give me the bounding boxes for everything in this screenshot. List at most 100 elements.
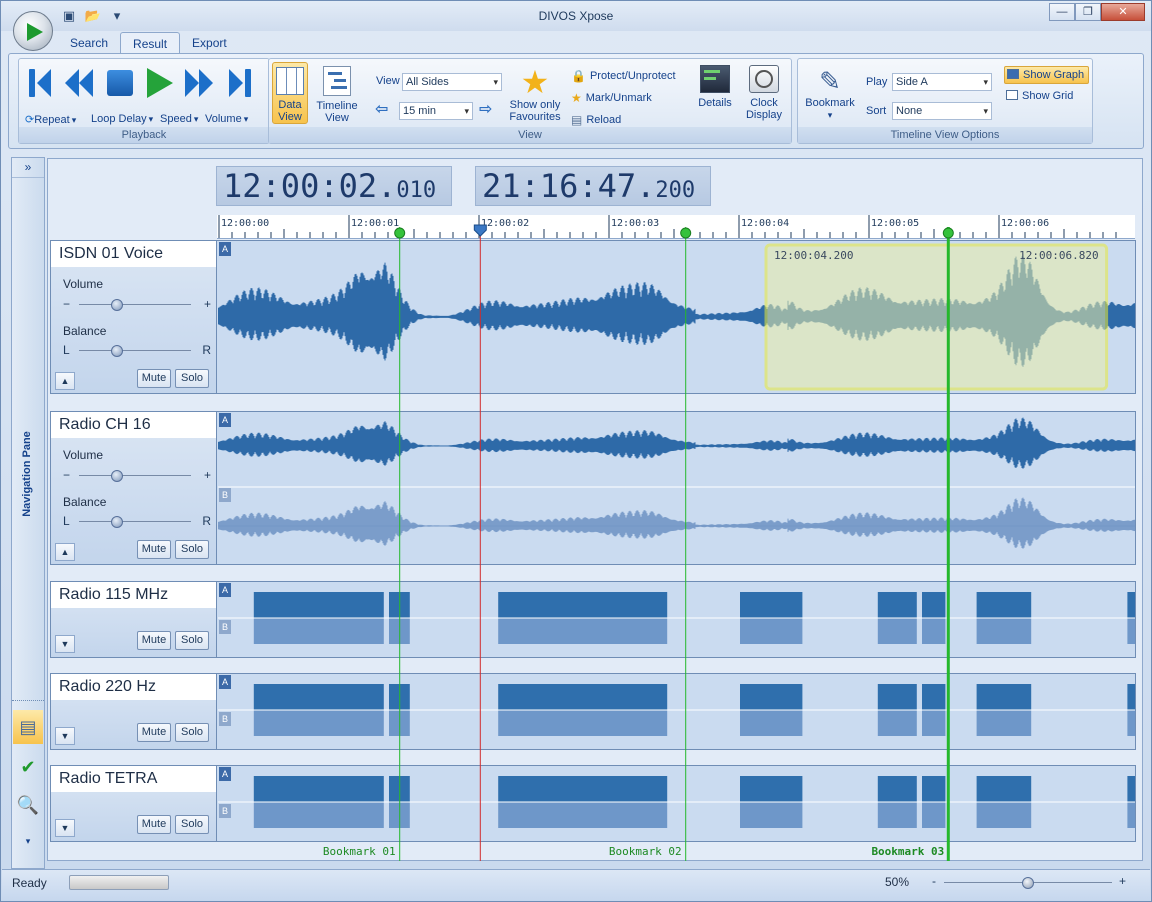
channel-b-label: B — [219, 488, 231, 502]
volume-slider[interactable]: − + — [63, 468, 211, 482]
waveform-area[interactable]: 12:00:04.200 12:00:06.820 A — [218, 241, 1135, 393]
expand-nav-pane-button[interactable]: » — [12, 158, 44, 178]
selection-region[interactable] — [764, 243, 1109, 391]
ribbon-tabs: Search Result Export — [58, 32, 239, 54]
mute-button[interactable]: Mute — [137, 369, 171, 388]
activity-block-b — [877, 618, 917, 644]
mute-button[interactable]: Mute — [137, 723, 171, 742]
clock-icon — [749, 65, 779, 93]
zoom-slider[interactable]: - + — [932, 874, 1132, 890]
timeline-view-button[interactable]: Timeline View — [313, 62, 361, 124]
zoom-out-button[interactable]: - — [932, 874, 936, 888]
stop-button[interactable] — [103, 65, 137, 101]
reload-button[interactable]: ▤ Reload — [571, 113, 621, 127]
zoom-knob[interactable] — [1022, 877, 1034, 889]
status-text: Ready — [12, 876, 47, 890]
timeline-bar — [334, 79, 346, 82]
skip-to-end-button[interactable] — [223, 65, 257, 101]
view-select[interactable]: All Sides — [402, 73, 502, 91]
slider-knob[interactable] — [111, 516, 123, 528]
play-button[interactable] — [143, 65, 177, 101]
show-grid-toggle[interactable]: Show Grid — [1004, 88, 1077, 106]
show-only-favourites-button[interactable]: ★ Show only Favourites — [506, 65, 564, 123]
minimize-button[interactable]: — — [1049, 3, 1075, 21]
rewind-button[interactable] — [61, 65, 97, 101]
nav-options-icon[interactable]: ▾ — [13, 830, 43, 852]
show-graph-toggle[interactable]: Show Graph — [1004, 66, 1090, 84]
mark-unmark-button[interactable]: ★ Mark/Unmark — [571, 91, 652, 105]
activity-block-a — [877, 776, 917, 802]
ruler-tick-label: 12:00:06 — [1001, 218, 1049, 229]
checkmark-icon[interactable]: ✔ — [13, 750, 43, 784]
track-name: ISDN 01 Voice — [51, 241, 216, 267]
ruler-tick-label: 12:00:00 — [221, 218, 269, 229]
expand-track-button[interactable]: ▼ — [55, 727, 75, 745]
channel-b-label: B — [219, 620, 231, 634]
slider-knob[interactable] — [111, 470, 123, 482]
application-menu-button[interactable] — [13, 11, 53, 51]
track-isdn-01-voice: ISDN 01 Voice Volume − + Balance LR ▲ Mut… — [50, 240, 1136, 394]
skip-to-start-button[interactable] — [23, 65, 57, 101]
skip-start-icon — [29, 69, 35, 97]
mute-button[interactable]: Mute — [137, 815, 171, 834]
time-span-select[interactable]: 15 min — [399, 102, 473, 120]
repeat-dropdown[interactable]: ⟳Repeat — [25, 113, 76, 126]
fast-forward-button[interactable] — [181, 65, 217, 101]
collapse-track-button[interactable]: ▲ — [55, 543, 75, 561]
data-view-button[interactable]: Data View — [272, 62, 308, 124]
channel-a-label: A — [219, 583, 231, 597]
tab-export[interactable]: Export — [180, 32, 239, 54]
expand-track-button[interactable]: ▼ — [55, 819, 75, 837]
zoom-in-button[interactable]: + — [1119, 874, 1126, 888]
time-ruler[interactable]: 12:00:00 12:00:01 12:00:02 12:00:03 12:00:04… — [217, 215, 1135, 239]
activity-area[interactable]: A B — [218, 766, 1135, 841]
balance-slider[interactable]: LR — [63, 514, 211, 528]
show-grid-label: Show Grid — [1022, 90, 1074, 102]
volume-dropdown[interactable]: Volume — [205, 113, 248, 125]
solo-button[interactable]: Solo — [175, 723, 209, 742]
protect-unprotect-button[interactable]: 🔒 Protect/Unprotect — [571, 69, 676, 83]
clock-display-button[interactable]: Clock Display — [741, 65, 787, 121]
sort-select[interactable]: None — [892, 102, 992, 120]
activity-area[interactable]: A B — [218, 582, 1135, 657]
nav-splitter[interactable] — [12, 700, 44, 704]
database-icon[interactable]: ▤ — [13, 710, 43, 744]
solo-button[interactable]: Solo — [175, 540, 209, 559]
next-arrow-icon[interactable]: ⇨ — [479, 99, 492, 119]
activity-area[interactable]: A B — [218, 674, 1135, 749]
activity-block-b — [976, 618, 1032, 644]
collapse-track-button[interactable]: ▲ — [55, 372, 75, 390]
activity-block-b — [498, 618, 668, 644]
activity-block-b — [253, 710, 384, 736]
waveform-area[interactable]: A B — [218, 412, 1135, 564]
speed-dropdown[interactable]: Speed — [160, 113, 198, 125]
status-bar: Ready 50% - + — [2, 869, 1150, 901]
loop-delay-dropdown[interactable]: Loop Delay — [91, 113, 153, 125]
close-button[interactable]: ✕ — [1101, 3, 1145, 21]
slider-knob[interactable] — [111, 299, 123, 311]
solo-button[interactable]: Solo — [175, 369, 209, 388]
slider-knob[interactable] — [111, 345, 123, 357]
activity-block-b — [922, 802, 946, 828]
timeline-options-group-label: Timeline View Options — [798, 127, 1092, 143]
volume-slider[interactable]: − + — [63, 297, 211, 311]
activity-block-a — [877, 592, 917, 618]
mute-button[interactable]: Mute — [137, 631, 171, 650]
navigation-pane-label[interactable]: Navigation Pane — [21, 419, 33, 529]
details-button[interactable]: Details — [693, 65, 737, 109]
solo-button[interactable]: Solo — [175, 815, 209, 834]
tab-search[interactable]: Search — [58, 32, 120, 54]
track-control-panel: Radio CH 16 Volume − + Balance LR ▲ Mute … — [51, 412, 217, 564]
fast-forward-icon — [185, 69, 199, 97]
play-side-select[interactable]: Side A — [892, 73, 992, 91]
restore-button[interactable]: ❐ — [1075, 3, 1101, 21]
previous-arrow-icon[interactable]: ⇦ — [375, 99, 388, 119]
bookmark-button[interactable]: ✎ Bookmark ▾ — [804, 65, 856, 121]
balance-slider[interactable]: LR — [63, 343, 211, 357]
rewind-arrow-icon — [37, 69, 51, 97]
mute-button[interactable]: Mute — [137, 540, 171, 559]
tab-result[interactable]: Result — [120, 32, 181, 54]
search-add-icon[interactable]: 🔍 — [13, 788, 43, 822]
solo-button[interactable]: Solo — [175, 631, 209, 650]
expand-track-button[interactable]: ▼ — [55, 635, 75, 653]
